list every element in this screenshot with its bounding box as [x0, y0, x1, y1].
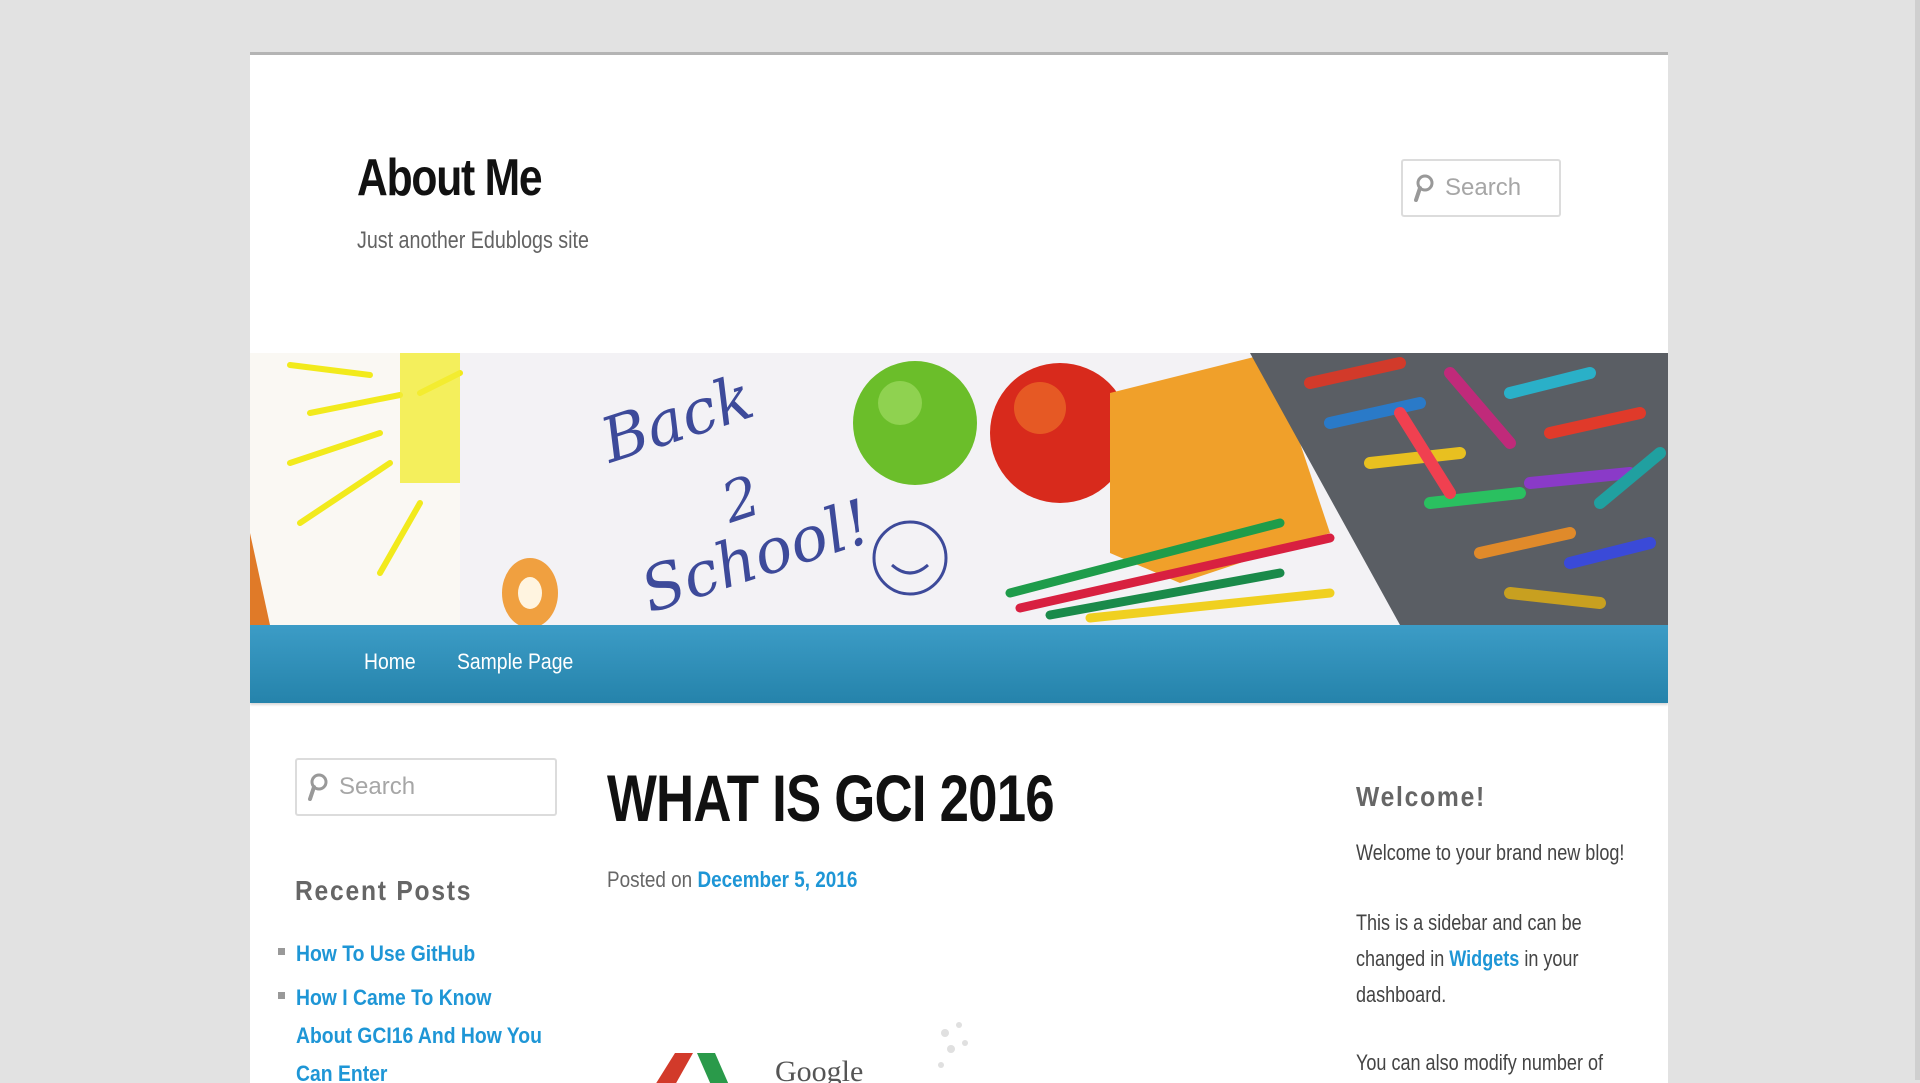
sidebar-search[interactable] — [295, 758, 557, 816]
recent-post-link[interactable]: How I Came To Know About GCI16 And How Y… — [296, 979, 544, 1083]
post-meta: Posted on December 5, 2016 — [607, 867, 857, 893]
list-item: How To Use GitHub — [278, 935, 578, 973]
widgets-link[interactable]: Widgets — [1449, 946, 1519, 971]
nav-item-sample-page[interactable]: Sample Page — [457, 649, 573, 675]
nav-item-home[interactable]: Home — [364, 649, 416, 675]
header-search[interactable] — [1401, 159, 1561, 217]
search-icon — [1413, 174, 1435, 202]
recent-posts-list: How To Use GitHub How I Came To Know Abo… — [278, 935, 578, 1083]
posted-on-label: Posted on — [607, 867, 693, 892]
sidebar-info-text: This is a sidebar and can be changed in … — [1356, 905, 1627, 1013]
google-logo-text: Google — [775, 1055, 863, 1083]
post-date-link[interactable]: December 5, 2016 — [697, 867, 857, 892]
header-search-input[interactable] — [1443, 173, 1557, 203]
site-title[interactable]: About Me — [357, 152, 543, 204]
sidebar-search-input[interactable] — [337, 772, 522, 802]
post-image: Google — [645, 1015, 1105, 1083]
site-description: Just another Edublogs site — [357, 227, 589, 254]
post-title[interactable]: WHAT IS GCI 2016 — [607, 765, 1055, 831]
recent-posts-heading: Recent Posts — [295, 875, 473, 906]
welcome-text: Welcome to your brand new blog! — [1356, 840, 1625, 865]
search-icon — [307, 773, 329, 801]
header-banner-image: Back 2 School! — [250, 353, 1668, 625]
sidebar-modify-text: You can also modify number of — [1356, 1050, 1604, 1075]
main-navigation: Home Sample Page — [250, 625, 1668, 703]
list-item: How I Came To Know About GCI16 And How Y… — [278, 979, 578, 1083]
recent-post-link[interactable]: How To Use GitHub — [296, 935, 475, 973]
page-scrollbar[interactable] — [1915, 0, 1920, 1080]
welcome-heading: Welcome! — [1356, 781, 1487, 812]
page-container: About Me Just another Edublogs site Sear… — [250, 52, 1668, 1083]
